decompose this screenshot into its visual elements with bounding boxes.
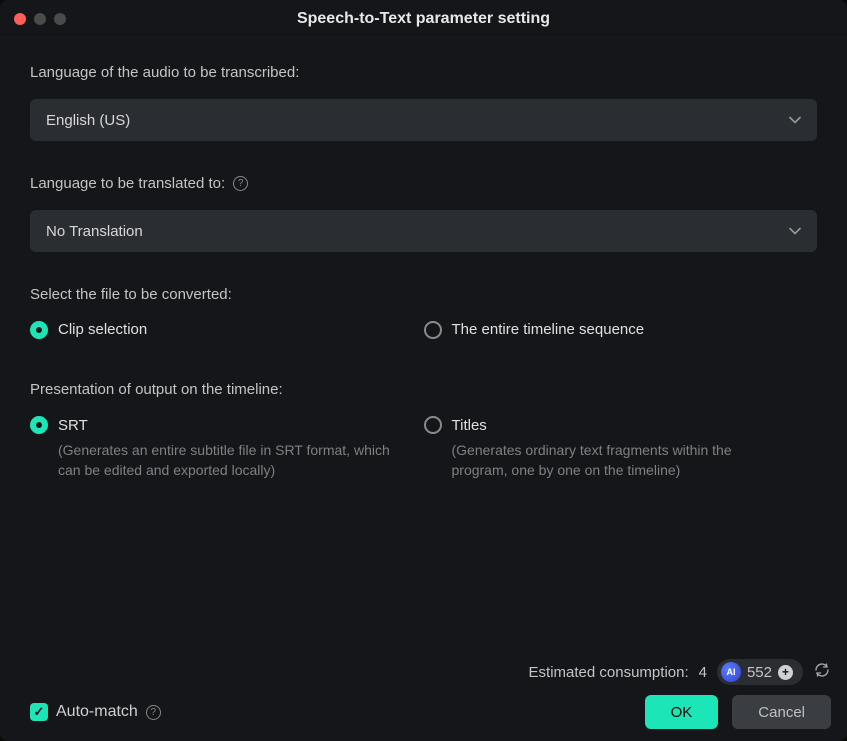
chevron-down-icon xyxy=(789,111,801,129)
window-maximize-button[interactable] xyxy=(54,13,66,25)
radio-label: Titles xyxy=(452,417,487,434)
dialog-window: Speech-to-Text parameter setting Languag… xyxy=(0,0,847,741)
auto-match-checkbox[interactable]: ✓ Auto-match ? xyxy=(30,703,161,721)
target-language-label: Language to be translated to: ? xyxy=(30,175,817,192)
radio-titles[interactable]: Titles (Generates ordinary text fragment… xyxy=(424,416,818,481)
consumption-value: 4 xyxy=(699,664,707,681)
window-close-button[interactable] xyxy=(14,13,26,25)
target-language-value: No Translation xyxy=(46,223,143,240)
window-minimize-button[interactable] xyxy=(34,13,46,25)
file-selection-label: Select the file to be converted: xyxy=(30,286,817,303)
file-selection-radio-group: Clip selection The entire timeline seque… xyxy=(30,321,817,339)
radio-indicator xyxy=(424,321,442,339)
radio-indicator xyxy=(30,321,48,339)
source-language-select[interactable]: English (US) xyxy=(30,99,817,141)
ai-credits-pill: AI 552 + xyxy=(717,659,803,685)
footer: ✓ Auto-match ? OK Cancel xyxy=(30,695,831,729)
auto-match-label: Auto-match xyxy=(56,703,138,721)
credits-value: 552 xyxy=(747,664,772,681)
refresh-icon[interactable] xyxy=(813,661,831,683)
chevron-down-icon xyxy=(789,222,801,240)
radio-clip-selection[interactable]: Clip selection xyxy=(30,321,424,339)
checkbox-indicator: ✓ xyxy=(30,703,48,721)
radio-entire-timeline[interactable]: The entire timeline sequence xyxy=(424,321,818,339)
radio-srt[interactable]: SRT (Generates an entire subtitle file i… xyxy=(30,416,424,481)
add-credits-button[interactable]: + xyxy=(778,665,793,680)
target-language-label-text: Language to be translated to: xyxy=(30,175,225,192)
presentation-label: Presentation of output on the timeline: xyxy=(30,381,817,398)
radio-label: Clip selection xyxy=(58,321,147,338)
window-title: Speech-to-Text parameter setting xyxy=(297,10,550,28)
radio-description: (Generates ordinary text fragments withi… xyxy=(452,440,792,481)
consumption-row: Estimated consumption: 4 AI 552 + xyxy=(529,659,831,685)
source-language-label: Language of the audio to be transcribed: xyxy=(30,64,817,81)
presentation-radio-group: SRT (Generates an entire subtitle file i… xyxy=(30,416,817,481)
dialog-content: Language of the audio to be transcribed:… xyxy=(0,38,847,481)
radio-label: The entire timeline sequence xyxy=(452,321,645,338)
ok-button[interactable]: OK xyxy=(645,695,719,729)
source-language-value: English (US) xyxy=(46,112,130,129)
radio-label: SRT xyxy=(58,417,88,434)
traffic-lights xyxy=(0,13,66,25)
ai-badge-icon: AI xyxy=(721,662,741,682)
radio-description: (Generates an entire subtitle file in SR… xyxy=(58,440,398,481)
target-language-select[interactable]: No Translation xyxy=(30,210,817,252)
help-icon[interactable]: ? xyxy=(146,705,161,720)
radio-indicator xyxy=(30,416,48,434)
titlebar: Speech-to-Text parameter setting xyxy=(0,0,847,38)
radio-indicator xyxy=(424,416,442,434)
footer-buttons: OK Cancel xyxy=(645,695,831,729)
consumption-label: Estimated consumption: xyxy=(529,664,689,681)
cancel-button[interactable]: Cancel xyxy=(732,695,831,729)
help-icon[interactable]: ? xyxy=(233,176,248,191)
